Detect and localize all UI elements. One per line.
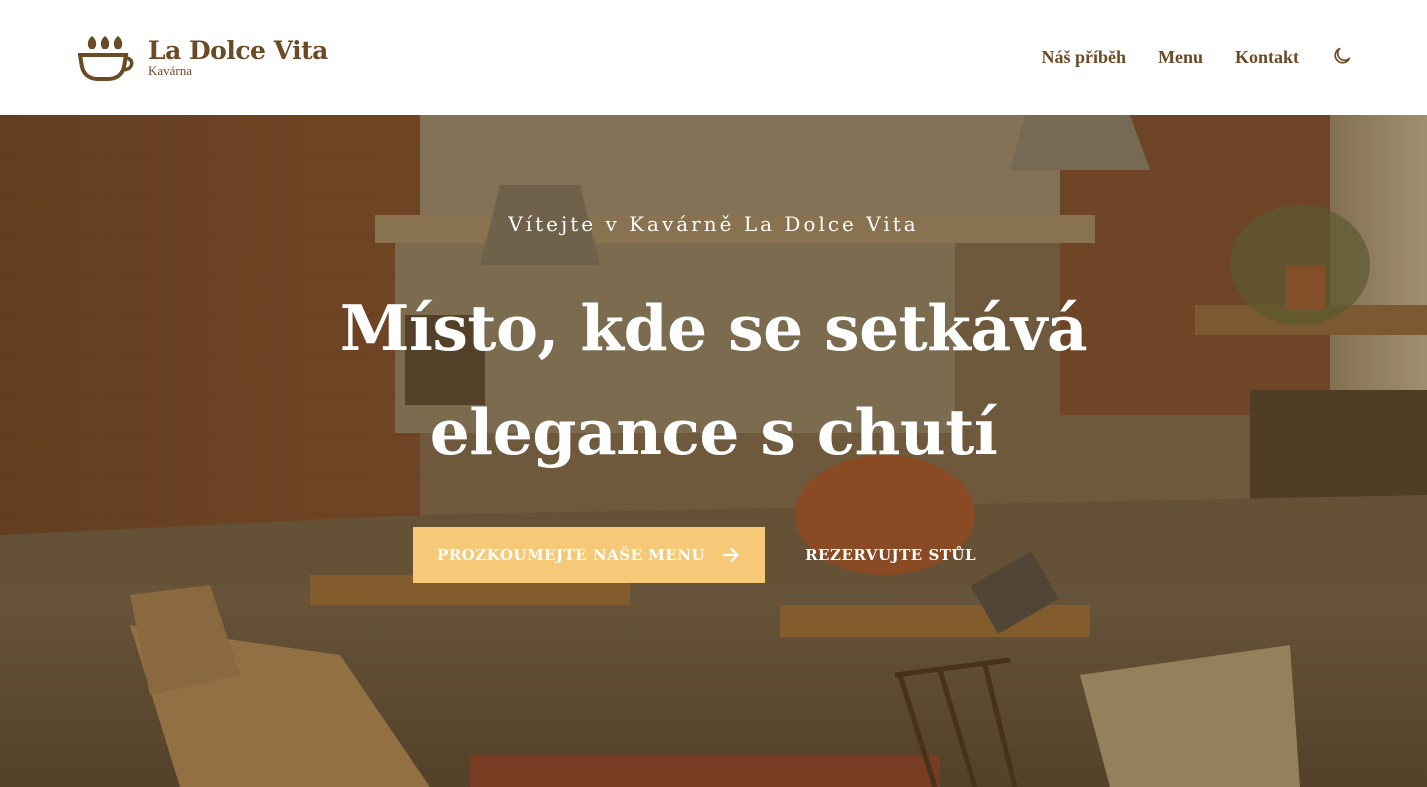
hero-content: Vítejte v Kavárně La Dolce Vita Místo, k… bbox=[0, 115, 1427, 787]
moon-icon[interactable] bbox=[1331, 45, 1353, 67]
nav-link-our-story[interactable]: Náš příběh bbox=[1041, 47, 1126, 68]
hero-section: Vítejte v Kavárně La Dolce Vita Místo, k… bbox=[0, 115, 1427, 787]
coffee-cup-logo-icon bbox=[78, 35, 134, 81]
hero-title-line-1: Místo, kde se setkává bbox=[339, 291, 1088, 365]
brand-name: La Dolce Vita bbox=[148, 35, 328, 65]
site-header: La Dolce Vita Kavárna Náš příběh Menu Ko… bbox=[0, 0, 1427, 115]
arrow-right-icon bbox=[722, 547, 739, 563]
main-nav: Náš příběh Menu Kontakt bbox=[1041, 47, 1353, 68]
hero-eyebrow: Vítejte v Kavárně La Dolce Vita bbox=[508, 212, 919, 236]
nav-link-contact[interactable]: Kontakt bbox=[1235, 47, 1299, 68]
hero-title-line-2: elegance s chutí bbox=[429, 395, 998, 469]
explore-menu-button-label: Prozkoumejte naše menu bbox=[436, 546, 706, 564]
hero-title: Místo, kde se setkává elegance s chutí bbox=[264, 276, 1164, 484]
hero-actions: Prozkoumejte naše menu Rezervujte stůl bbox=[412, 527, 976, 583]
brand-logo[interactable]: La Dolce Vita Kavárna bbox=[78, 35, 328, 81]
brand-subtitle: Kavárna bbox=[148, 62, 193, 78]
reserve-table-button[interactable]: Rezervujte stůl bbox=[805, 527, 976, 583]
explore-menu-button[interactable]: Prozkoumejte naše menu bbox=[412, 527, 766, 583]
brand-text: La Dolce Vita Kavárna bbox=[148, 35, 328, 78]
nav-link-menu[interactable]: Menu bbox=[1158, 47, 1203, 68]
